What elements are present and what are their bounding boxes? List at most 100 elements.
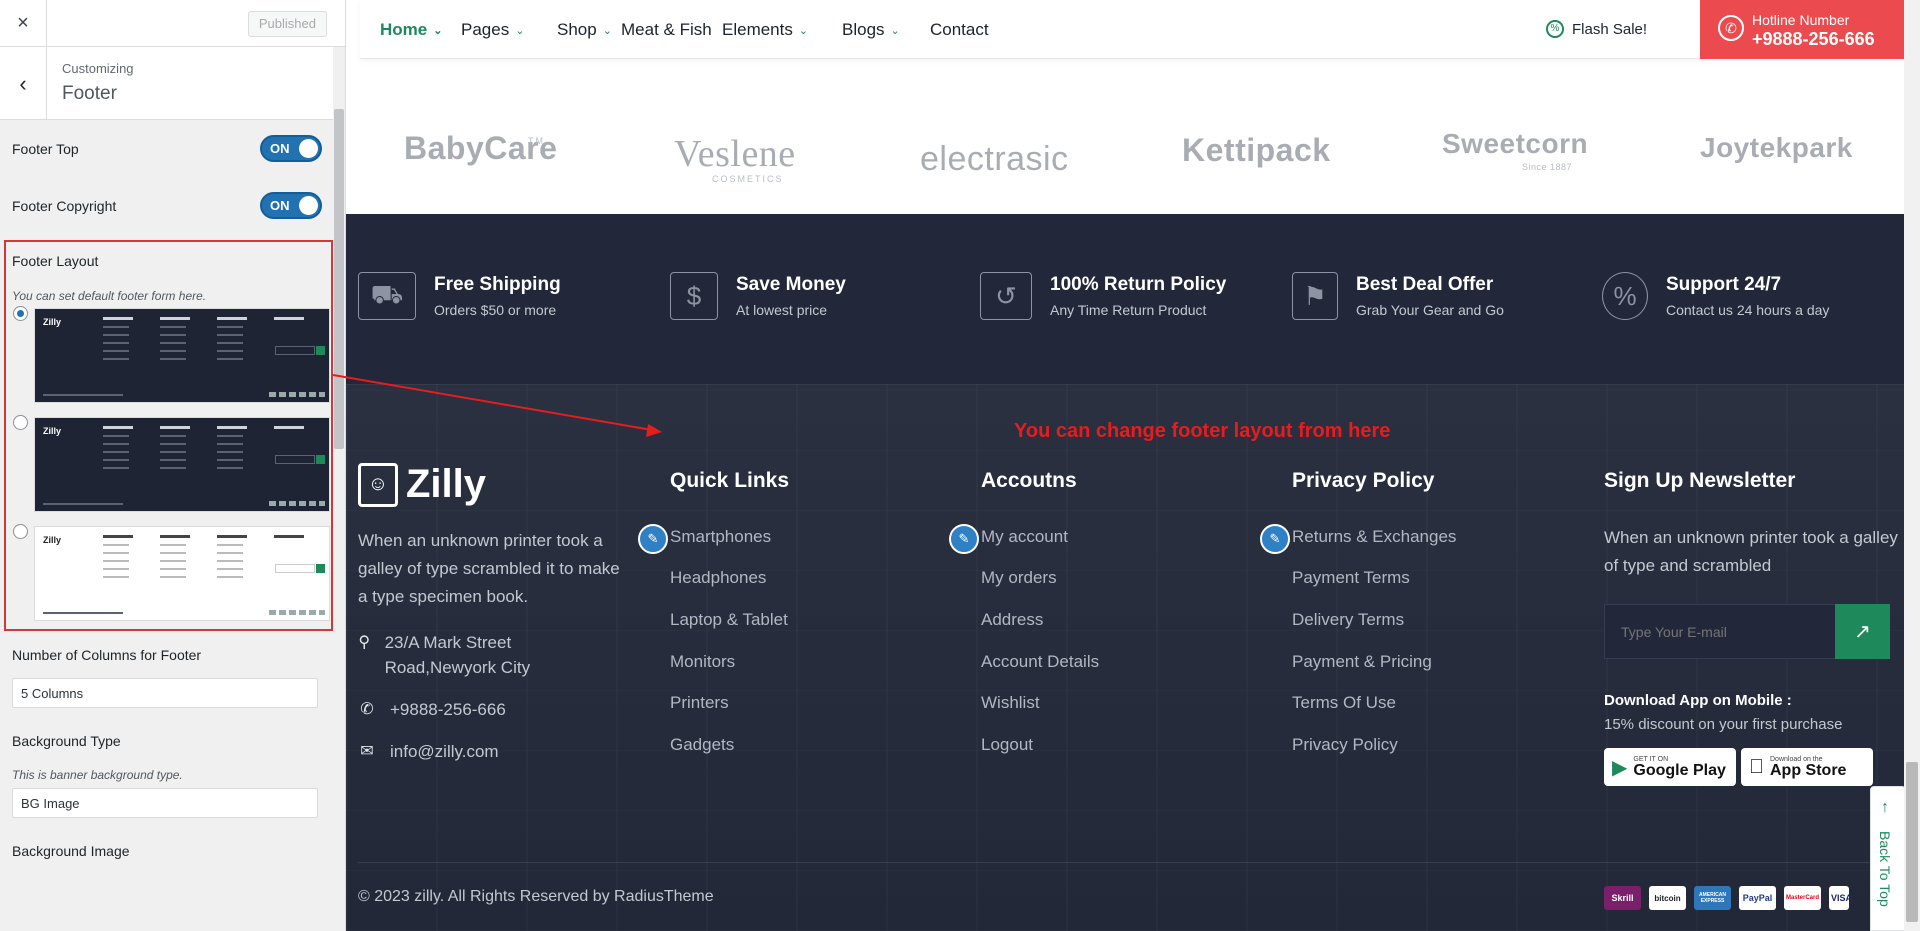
hotline-box[interactable]: ✆ Hotline Number +9888-256-666 [1700,0,1905,59]
footer-copyright-label: Footer Copyright [12,197,117,214]
footer-link[interactable]: My orders [981,568,1057,588]
return-box-icon: ↺ [980,272,1032,320]
back-to-top-button[interactable]: ↑ Back To Top [1870,786,1906,931]
feature-title: Free Shipping [434,274,561,295]
back-arrow-icon[interactable]: ‹ [0,47,47,120]
bitcoin-icon: bitcoin [1649,886,1686,910]
newsletter-submit-button[interactable]: ↗ [1835,604,1890,659]
published-button[interactable]: Published [247,11,327,37]
footer-layout-control: Footer Layout You can set default footer… [4,240,333,631]
nav-elements[interactable]: Elements ⌄ [722,20,808,40]
app-store-badge[interactable]:  Download on theApp Store [1741,748,1873,786]
flash-sale-label: Flash Sale! [1572,20,1648,38]
footer-link[interactable]: My account [981,527,1068,547]
phone-row[interactable]: ✆ +9888-256-666 [358,697,506,722]
newsletter-email-input[interactable] [1604,604,1838,659]
layout-1-radio[interactable] [13,306,28,321]
copyright-divider [358,862,1903,863]
columns-select[interactable]: 5 Columns [12,678,318,708]
flash-sale-link[interactable]: % Flash Sale! [1546,20,1647,38]
footer-layout-description: You can set default footer form here. [12,289,207,303]
store-name: App Store [1755,761,1846,779]
edit-pencil-icon[interactable]: ✎ [949,524,979,554]
nav-home[interactable]: Home ⌄ [380,20,442,40]
brand-trademark: TM [528,136,545,146]
footer-link[interactable]: Address [981,610,1043,630]
brand-logo[interactable]: Sweetcorn [1442,128,1588,160]
footer-link[interactable]: Account Details [981,652,1099,672]
main-navigation: Home ⌄ Pages ⌄ Shop ⌄ Meat & Fish Elements ⌄… [360,0,1920,59]
logo-text: Zilly [406,462,487,506]
brand-logo[interactable]: Joytekpark [1700,132,1853,164]
nav-contact[interactable]: Contact [930,20,989,40]
footer-link[interactable]: Payment & Pricing [1292,652,1432,672]
feature-item: ⛟ Free Shipping Orders $50 or more [358,272,561,320]
preview-scrollbar[interactable] [1904,0,1920,931]
edit-pencil-icon[interactable]: ✎ [638,524,668,554]
customizer-header: × Published [0,0,345,47]
footer-link[interactable]: Printers [670,693,729,713]
nav-meat-fish[interactable]: Meat & Fish [621,20,712,40]
store-name: Google Play [1633,761,1726,779]
nav-blogs[interactable]: Blogs ⌄ [842,20,900,40]
scrollbar-thumb[interactable] [1906,762,1918,922]
nav-label: Home [380,20,428,39]
copyright-text: © 2023 zilly. All Rights Reserved by Rad… [358,888,714,905]
google-play-badge[interactable]: ▶ GET IT ON Google Play [1604,748,1736,786]
toggle-knob [299,139,318,158]
edit-pencil-icon[interactable]: ✎ [1260,524,1290,554]
layout-2-thumbnail[interactable]: Zilly [34,417,330,512]
sidebar-scrollbar[interactable] [333,47,345,931]
layout-1-thumbnail[interactable]: Zilly [34,308,330,403]
bg-type-select[interactable]: BG Image [12,788,318,818]
toggle-state: ON [270,141,290,156]
footer-link[interactable]: Privacy Policy [1292,735,1398,755]
footer-link[interactable]: Logout [981,735,1033,755]
footer-logo[interactable]: ☺ Zilly [358,462,486,507]
feature-item: ↺ 100% Return Policy Any Time Return Prod… [980,272,1226,320]
columns-label: Number of Columns for Footer [12,647,202,663]
footer-layout-label: Footer Layout [12,253,99,269]
brand-logo[interactable]: Kettipack [1182,132,1331,169]
discount-badge-icon: % [1546,20,1564,38]
mastercard-icon: MasterCard [1784,886,1821,910]
toggle-knob [299,196,318,215]
footer-link[interactable]: Terms Of Use [1292,693,1396,713]
close-icon[interactable]: × [0,0,47,47]
feature-title: Save Money [736,274,846,295]
footer-link[interactable]: Returns & Exchanges [1292,527,1456,547]
nav-shop[interactable]: Shop ⌄ [557,20,612,40]
footer-link[interactable]: Payment Terms [1292,568,1410,588]
feature-item: $ Save Money At lowest price [670,272,846,320]
email-row[interactable]: ✉ info@zilly.com [358,739,498,764]
footer-link[interactable]: Monitors [670,652,735,672]
footer-link[interactable]: Headphones [670,568,766,588]
brand-logo[interactable]: Veslene [674,132,796,176]
footer-copyright-toggle[interactable]: ON [260,192,322,219]
layout-3-radio[interactable] [13,524,28,539]
section-header: ‹ Customizing Footer [0,47,345,120]
bg-image-label: Background Image [12,843,130,859]
layout-2-radio[interactable] [13,415,28,430]
paypal-icon: PayPal [1739,886,1776,910]
bg-type-label: Background Type [12,733,121,749]
chevron-down-icon: ⌄ [890,24,900,37]
footer-link[interactable]: Delivery Terms [1292,610,1404,630]
brand-logo[interactable]: electrasic [920,140,1069,179]
newsletter-heading: Sign Up Newsletter [1604,469,1796,492]
footer-link[interactable]: Wishlist [981,693,1040,713]
chevron-down-icon: ⌄ [602,24,612,37]
accounts-heading: Accoutns [981,469,1077,492]
nav-label: Shop [557,20,597,39]
scrollbar-thumb[interactable] [334,109,344,449]
footer-link[interactable]: Laptop & Tablet [670,610,788,630]
footer-link[interactable]: Smartphones [670,527,771,547]
shopping-bag-icon: ☺ [358,462,398,507]
skrill-icon: Skrill [1604,886,1641,910]
app-download-subtext: 15% discount on your first purchase [1604,716,1843,733]
footer-top-toggle[interactable]: ON [260,135,322,162]
customizing-label: Customizing [62,61,134,76]
layout-3-thumbnail[interactable]: Zilly [34,526,330,621]
nav-pages[interactable]: Pages ⌄ [461,20,524,40]
footer-link[interactable]: Gadgets [670,735,734,755]
